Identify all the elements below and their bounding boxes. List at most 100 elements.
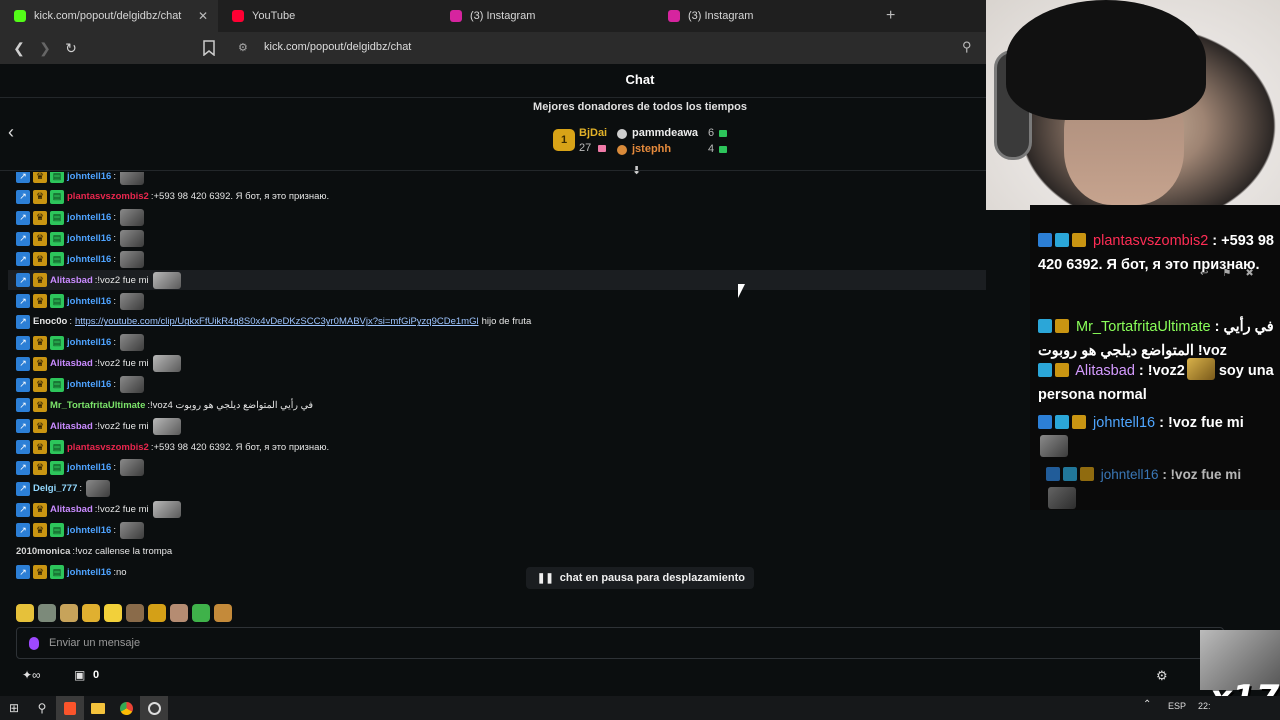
- chat-username[interactable]: 2010monica: [16, 546, 70, 557]
- emote-image[interactable]: [119, 376, 144, 393]
- emote-image[interactable]: [119, 230, 144, 248]
- users-link-icon[interactable]: ✦∞: [22, 668, 41, 682]
- site-info-icon[interactable]: ⚙: [238, 41, 248, 54]
- windows-start-icon[interactable]: ⊞: [0, 696, 28, 720]
- emote-icon[interactable]: [82, 604, 100, 622]
- forward-icon[interactable]: ❯: [32, 40, 58, 57]
- chat-message-input[interactable]: [49, 637, 949, 649]
- chat-message[interactable]: ↗ ♛ Alitasbad: !voz2 fue mi: [8, 270, 986, 291]
- chat-paused-button[interactable]: ❚❚ chat en pausa para desplazamiento: [526, 567, 754, 589]
- chevron-up-icon[interactable]: ⌃: [1143, 699, 1151, 710]
- emote-icon[interactable]: [126, 604, 144, 622]
- emote-image[interactable]: [152, 417, 181, 435]
- chat-message[interactable]: ↗ ♛ Alitasbad: !voz2 fue mi: [16, 500, 181, 520]
- tab-instagram-1[interactable]: (3) Instagram: [436, 0, 654, 32]
- chat-message[interactable]: ↗ ♛ ▤ johntell16:: [16, 333, 144, 353]
- chat-message-input-box[interactable]: [16, 627, 1224, 659]
- emote-icon[interactable]: [192, 604, 210, 622]
- chat-username[interactable]: johntell16: [67, 379, 111, 390]
- chat-username[interactable]: johntell16: [67, 233, 111, 244]
- chat-message[interactable]: ↗ ♛ ▤ plantasvszombis2: +593 98 420 6392. Я…: [16, 437, 329, 457]
- chat-message-list[interactable]: ↗ ♛ ▤ johntell16: ↗ ♛ ▤ plantasvszombis2: +593…: [0, 172, 986, 602]
- emote-icon[interactable]: [148, 604, 166, 622]
- chat-message[interactable]: ↗ Enoc0o: https://youtube.com/clip/UgkxFf…: [16, 312, 531, 332]
- file-explorer-icon[interactable]: [84, 696, 112, 720]
- emote-icon[interactable]: [214, 604, 232, 622]
- chat-username[interactable]: Delgi_777: [33, 483, 77, 494]
- chat-message[interactable]: ↗ ♛ ▤ johntell16:: [16, 172, 144, 186]
- emote-image[interactable]: [119, 521, 144, 539]
- obs-icon[interactable]: [140, 696, 168, 720]
- chat-username[interactable]: Alitasbad: [50, 421, 93, 432]
- chat-username[interactable]: johntell16: [67, 525, 111, 536]
- emote-icon[interactable]: [170, 604, 188, 622]
- emote-image[interactable]: [119, 172, 144, 185]
- store-icon[interactable]: ▣: [74, 668, 85, 682]
- emote-icon[interactable]: [38, 604, 56, 622]
- chat-username[interactable]: Alitasbad: [50, 358, 93, 369]
- close-tab-icon[interactable]: ✕: [198, 9, 208, 23]
- chat-message[interactable]: ↗ ♛ ▤ johntell16:: [16, 249, 144, 269]
- chevron-left-icon[interactable]: ‹: [8, 122, 14, 143]
- emote-image[interactable]: [119, 334, 144, 352]
- chat-message[interactable]: ↗ ♛ ▤ johntell16:: [16, 520, 144, 540]
- brave-browser-icon[interactable]: [56, 696, 84, 720]
- chat-message[interactable]: ↗ ♛ Alitasbad: !voz2 fue mi: [16, 416, 181, 436]
- message-actions[interactable]: ↩⚑✖: [1200, 268, 1268, 279]
- emote-image[interactable]: [152, 271, 181, 289]
- chat-message[interactable]: 2010monica: !voz callense la trompa: [16, 541, 172, 561]
- gear-icon[interactable]: ⚙: [1156, 668, 1168, 684]
- tab-kick-chat[interactable]: kick.com/popout/delgidbz/chat ✕: [0, 0, 218, 32]
- language-indicator[interactable]: ESP: [1168, 701, 1186, 711]
- emote-image[interactable]: [119, 209, 144, 227]
- chat-username[interactable]: Alitasbad: [50, 275, 93, 286]
- donor-name[interactable]: jstephh: [632, 143, 671, 155]
- chat-message[interactable]: ↗ ♛ ▤ johntell16:: [16, 229, 144, 249]
- chat-message[interactable]: ↗ ♛ Mr_TortafritaUltimate: !voz4 في رأيي ا…: [16, 395, 313, 415]
- chat-username[interactable]: johntell16: [67, 337, 111, 348]
- back-icon[interactable]: ❮: [6, 40, 32, 57]
- chat-username[interactable]: johntell16: [67, 462, 111, 473]
- chat-username[interactable]: johntell16: [67, 212, 111, 223]
- search-icon[interactable]: ⚲: [28, 696, 56, 720]
- clock[interactable]: 22:: [1198, 701, 1211, 711]
- chat-username[interactable]: plantasvszombis2: [67, 191, 149, 202]
- chat-message[interactable]: ↗ Delgi_777:: [16, 479, 111, 499]
- emote-image[interactable]: [152, 355, 181, 373]
- tab-instagram-2[interactable]: (3) Instagram: [654, 0, 872, 32]
- chat-username[interactable]: Mr_TortafritaUltimate: [50, 400, 145, 411]
- emote-icon[interactable]: [60, 604, 78, 622]
- chat-username[interactable]: johntell16: [67, 172, 111, 182]
- chat-message[interactable]: ↗ ♛ ▤ johntell16:: [16, 458, 144, 478]
- url-text[interactable]: kick.com/popout/delgidbz/chat: [264, 41, 411, 53]
- bookmark-icon[interactable]: [202, 40, 216, 56]
- emote-icon[interactable]: [16, 604, 34, 622]
- emote-image[interactable]: [119, 250, 144, 268]
- new-tab-button[interactable]: +: [886, 7, 895, 25]
- tab-youtube[interactable]: YouTube: [218, 0, 436, 32]
- chat-message[interactable]: ↗ ♛ Alitasbad: !voz2 fue mi: [16, 354, 181, 374]
- chat-message[interactable]: ↗ ♛ ▤ johntell16:: [16, 375, 144, 395]
- emote-image[interactable]: [119, 459, 144, 477]
- chat-message[interactable]: ↗ ♛ ▤ plantasvszombis2: +593 98 420 6392. Я…: [16, 187, 329, 207]
- emote-icon[interactable]: [104, 604, 122, 622]
- chat-message[interactable]: ↗ ♛ ▤ johntell16: no: [16, 562, 127, 582]
- emote-image[interactable]: [119, 292, 144, 310]
- chat-username[interactable]: johntell16: [67, 254, 111, 265]
- donor-name[interactable]: pammdeawa: [632, 127, 698, 139]
- chat-username[interactable]: johntell16: [67, 567, 111, 578]
- chrome-icon[interactable]: [112, 696, 140, 720]
- chat-message[interactable]: ↗ ♛ ▤ johntell16:: [16, 208, 144, 228]
- chat-username[interactable]: plantasvszombis2: [67, 442, 149, 453]
- reload-icon[interactable]: ↻: [58, 40, 84, 57]
- emote-image[interactable]: [86, 480, 111, 498]
- microphone-icon[interactable]: [29, 636, 39, 650]
- chat-link[interactable]: https://youtube.com/clip/UgkxFfUikR4g8S0…: [75, 316, 479, 327]
- chat-message[interactable]: ↗ ♛ ▤ johntell16:: [16, 291, 144, 311]
- chat-username[interactable]: Alitasbad: [50, 504, 93, 515]
- donor-name[interactable]: BjDai: [579, 127, 607, 139]
- chat-username[interactable]: Enoc0o: [33, 316, 67, 327]
- chat-username[interactable]: johntell16: [67, 296, 111, 307]
- search-icon[interactable]: ⚲: [962, 39, 972, 55]
- emote-image[interactable]: [152, 501, 181, 519]
